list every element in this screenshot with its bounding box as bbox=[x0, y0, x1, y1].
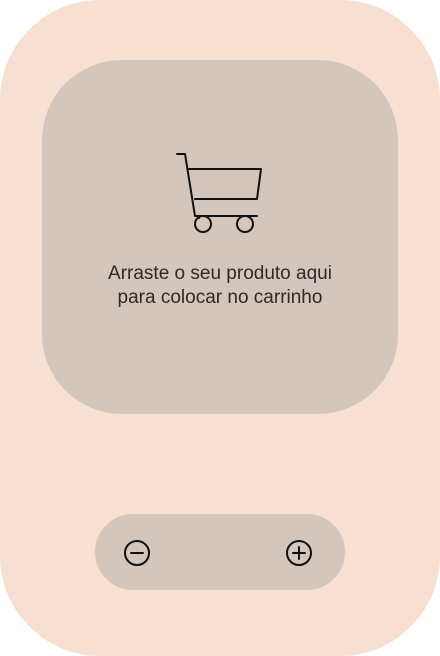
increase-quantity-button[interactable] bbox=[284, 538, 314, 568]
minus-circle-icon bbox=[124, 540, 150, 566]
dropzone-instructions: Arraste o seu produto aqui para colocar … bbox=[108, 263, 332, 308]
cart-dropzone[interactable]: Arraste o seu produto aqui para colocar … bbox=[42, 60, 398, 414]
quantity-stepper bbox=[95, 514, 345, 590]
plus-circle-icon bbox=[286, 540, 312, 566]
shopping-cart-icon bbox=[176, 153, 262, 233]
product-card: Arraste o seu produto aqui para colocar … bbox=[0, 0, 440, 656]
decrease-quantity-button[interactable] bbox=[122, 538, 152, 568]
